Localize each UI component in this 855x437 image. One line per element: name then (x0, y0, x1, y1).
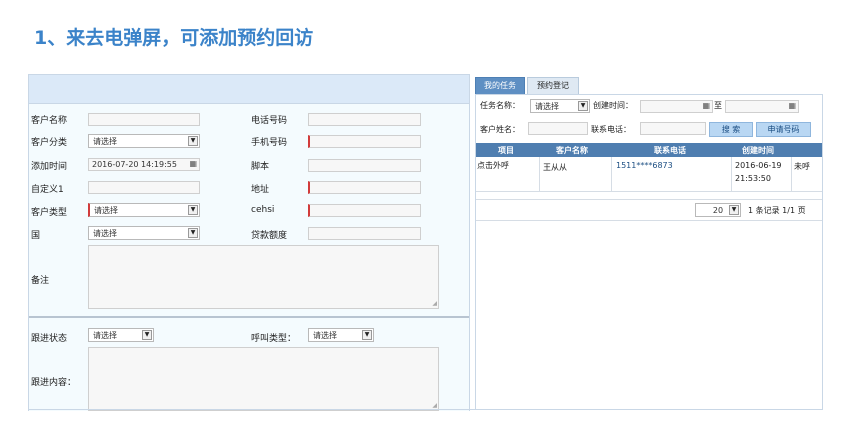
col-phone: 联系电话 (654, 146, 686, 155)
loan-input[interactable] (308, 227, 421, 240)
follow-status-label: 跟进状态 (31, 334, 68, 344)
type-select[interactable]: 请选择 ▼ (88, 203, 200, 217)
address-input[interactable] (308, 181, 421, 194)
mobile-label: 手机号码 (251, 138, 288, 148)
call-type-label: 呼叫类型： (251, 334, 297, 344)
chevron-down-icon: ▼ (188, 205, 198, 215)
table-header: 项目 客户名称 联系电话 创建时间 (476, 143, 822, 157)
page-size-select[interactable]: 20 ▼ (695, 203, 741, 217)
table-row[interactable]: 点击外呼 王从从 1511****6873 2016-06-19 21:53:5… (476, 157, 822, 192)
mobile-input[interactable] (308, 135, 421, 148)
country-select[interactable]: 请选择 ▼ (88, 226, 200, 240)
section-divider (29, 316, 469, 318)
phone-label: 电话号码 (251, 116, 288, 126)
tab-my-tasks[interactable]: 我的任务 (475, 77, 525, 95)
col-customer: 客户名称 (556, 146, 588, 155)
custom1-label: 自定义1 (31, 185, 64, 195)
task-name-select[interactable]: 请选择 ▼ (530, 99, 590, 113)
chevron-down-icon: ▼ (362, 330, 372, 340)
remark-label: 备注 (31, 276, 50, 286)
row-phone-link[interactable]: 1511****6873 (616, 161, 673, 170)
column-separator (791, 157, 792, 191)
chevron-down-icon: ▼ (729, 205, 739, 215)
cehsi-label: cehsi (251, 205, 275, 215)
loan-label: 贷款额度 (251, 231, 288, 241)
row-status: 未呼 (794, 162, 810, 171)
contact-phone-input[interactable] (640, 122, 706, 135)
calendar-icon[interactable]: ▦ (702, 101, 710, 110)
col-created: 创建时间 (742, 146, 774, 155)
content-bottom-border (28, 409, 823, 410)
follow-status-select[interactable]: 请选择 ▼ (88, 328, 154, 342)
added-time-value: 2016-07-20 14:19:55 (92, 160, 177, 169)
pager-summary: 1 条记录 1/1 页 (748, 206, 806, 215)
created-start-input[interactable]: ▦ (640, 100, 713, 113)
custom1-input[interactable] (88, 181, 200, 194)
apply-number-button[interactable]: 申请号码 (756, 122, 811, 137)
chevron-down-icon: ▼ (188, 136, 198, 146)
tab-appointment[interactable]: 预约登记 (527, 77, 579, 95)
calendar-icon[interactable]: ▦ (189, 159, 197, 169)
country-select-value: 请选择 (93, 229, 117, 238)
call-type-select-value: 请选择 (313, 331, 337, 340)
phone-input[interactable] (308, 113, 421, 126)
row-created-date: 2016-06-19 (735, 161, 782, 170)
calendar-icon[interactable]: ▦ (788, 101, 796, 110)
type-select-value: 请选择 (94, 206, 118, 215)
category-select-value: 请选择 (93, 137, 117, 146)
to-label: 至 (714, 101, 722, 110)
form-header-bar (29, 75, 469, 104)
column-separator (539, 157, 540, 191)
search-button[interactable]: 搜 索 (709, 122, 753, 137)
customer-form-panel: 客户名称 电话号码 客户分类 请选择 ▼ 手机号码 添加时间 2016-07-2… (28, 74, 470, 411)
call-type-select[interactable]: 请选择 ▼ (308, 328, 374, 342)
column-separator (611, 157, 612, 191)
task-list-panel: 任务名称： 请选择 ▼ 创建时间： ▦ 至 ▦ 客户姓名： 联系电话： 搜 索 … (475, 94, 823, 410)
address-label: 地址 (251, 185, 270, 195)
added-time-label: 添加时间 (31, 162, 68, 172)
customer-name-filter-input[interactable] (528, 122, 588, 135)
chevron-down-icon: ▼ (188, 228, 198, 238)
resize-grip-icon[interactable]: ◢ (432, 301, 437, 307)
page-size-value: 20 (712, 206, 724, 215)
type-label: 客户类型 (31, 208, 68, 218)
customer-name-filter-label: 客户姓名： (480, 125, 520, 134)
row-created-time: 21:53:50 (735, 174, 771, 183)
follow-status-select-value: 请选择 (93, 331, 117, 340)
task-name-select-value: 请选择 (535, 102, 559, 111)
country-label: 国 (31, 231, 41, 241)
follow-content-textarea[interactable]: ◢ (88, 347, 439, 411)
category-select[interactable]: 请选择 ▼ (88, 134, 200, 148)
script-label: 脚本 (251, 162, 270, 172)
page-heading: 1、来去电弹屏，可添加预约回访 (34, 27, 314, 49)
task-name-label: 任务名称： (480, 101, 520, 110)
row-project[interactable]: 点击外呼 (477, 160, 509, 171)
chevron-down-icon: ▼ (142, 330, 152, 340)
category-label: 客户分类 (31, 138, 68, 148)
customer-name-input[interactable] (88, 113, 200, 126)
created-time-label: 创建时间： (593, 101, 633, 110)
added-time-input[interactable]: 2016-07-20 14:19:55 ▦ (88, 158, 200, 171)
created-end-input[interactable]: ▦ (725, 100, 799, 113)
row-customer: 王从从 (543, 163, 567, 172)
script-input[interactable] (308, 159, 421, 172)
cehsi-input[interactable] (308, 204, 421, 217)
contact-phone-label: 联系电话： (591, 125, 631, 134)
pager: 20 ▼ 1 条记录 1/1 页 (476, 199, 822, 221)
remark-textarea[interactable]: ◢ (88, 245, 439, 309)
col-project: 项目 (498, 146, 514, 155)
chevron-down-icon: ▼ (578, 101, 588, 111)
customer-name-label: 客户名称 (31, 116, 68, 126)
column-separator (731, 157, 732, 191)
follow-content-label: 跟进内容： (31, 378, 77, 388)
